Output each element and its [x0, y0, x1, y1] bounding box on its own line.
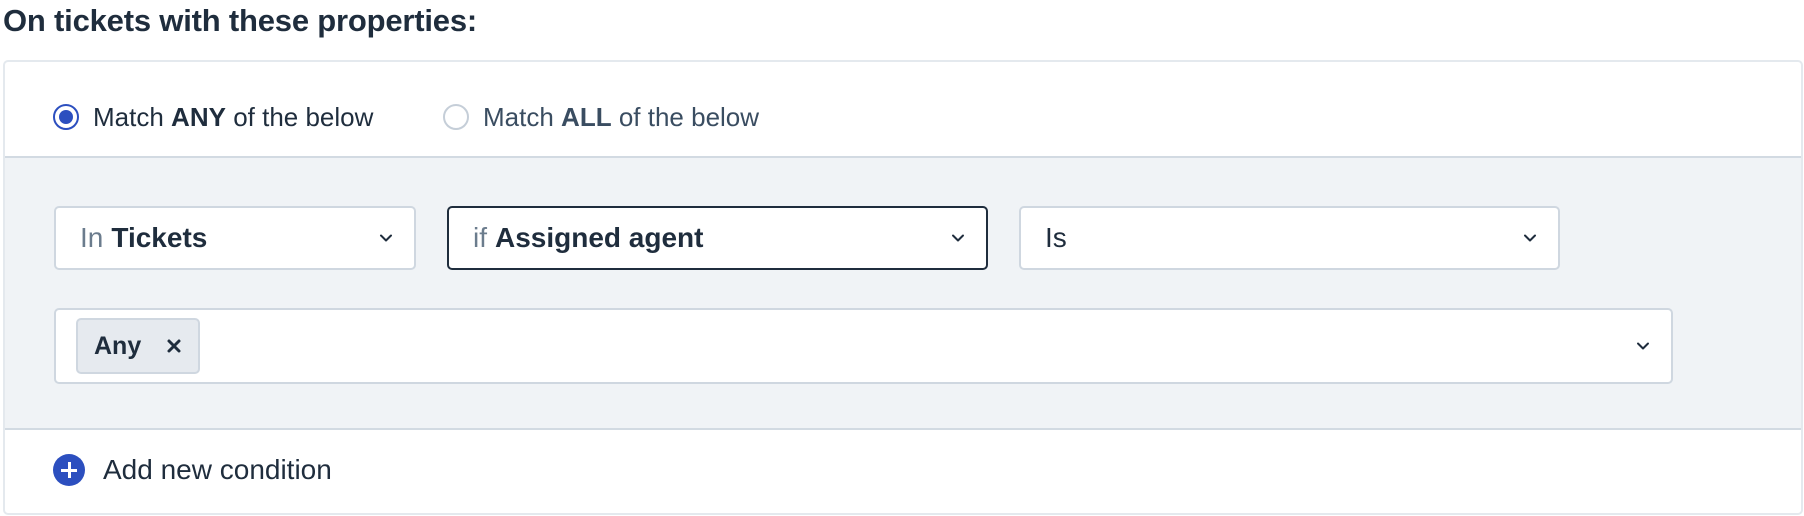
chevron-down-icon[interactable]	[1635, 338, 1651, 354]
operator-select[interactable]: Is	[1019, 206, 1560, 270]
module-select-prefix: In	[80, 222, 104, 253]
page-title: On tickets with these properties:	[3, 3, 478, 38]
match-all-label: Match ALL of the below	[483, 101, 760, 132]
field-select-prefix: if	[473, 222, 487, 253]
match-mode-row: Match ANY of the below Match ALL of the …	[5, 62, 1801, 158]
match-any-label: Match ANY of the below	[93, 101, 374, 132]
add-condition-label: Add new condition	[103, 454, 332, 485]
value-tag: Any	[76, 318, 200, 374]
match-all-radio[interactable]	[443, 104, 469, 130]
value-tag-label: Any	[94, 331, 142, 360]
plus-circle-icon[interactable]	[53, 454, 85, 486]
field-select[interactable]: if Assigned agent	[447, 206, 988, 270]
module-select-value: Tickets	[111, 222, 208, 253]
operator-select-value: Is	[1045, 222, 1067, 253]
close-icon[interactable]	[164, 336, 184, 356]
match-any-radio[interactable]	[53, 104, 79, 130]
field-select-value: Assigned agent	[495, 222, 704, 253]
value-multiselect[interactable]: Any	[54, 308, 1673, 384]
chevron-down-icon	[380, 234, 392, 242]
condition-block: In Tickets if Assigned agent Is Any	[5, 158, 1801, 430]
conditions-panel: Match ANY of the below Match ALL of the …	[3, 60, 1803, 515]
add-condition-button[interactable]: Add new condition	[53, 450, 332, 490]
chevron-down-icon	[952, 234, 964, 242]
chevron-down-icon	[1524, 234, 1536, 242]
match-any-radio-option[interactable]: Match ANY of the below	[53, 98, 373, 136]
module-select[interactable]: In Tickets	[54, 206, 416, 270]
match-all-radio-option[interactable]: Match ALL of the below	[443, 98, 759, 136]
